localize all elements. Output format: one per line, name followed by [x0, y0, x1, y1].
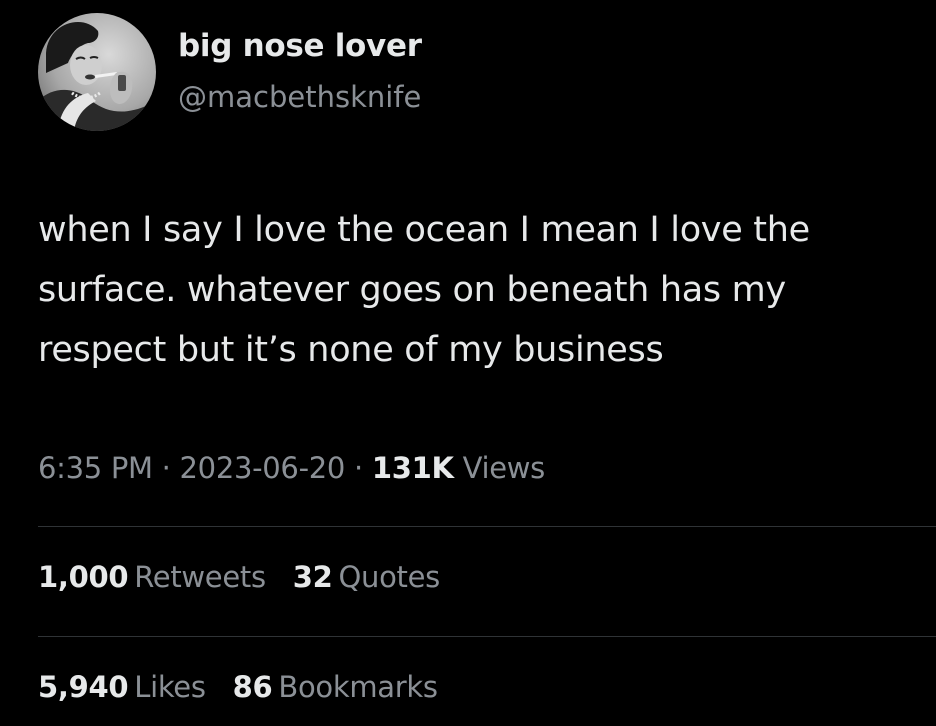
bookmarks-count: 86: [232, 670, 273, 704]
meta-separator: ·: [353, 451, 363, 485]
meta-separator: ·: [161, 451, 171, 485]
tweet-metadata: 6:35 PM · 2023-06-20 · 131K Views: [38, 451, 545, 485]
avatar-photo-icon: [38, 13, 156, 131]
divider: [38, 636, 936, 637]
engagement-row-2: 5,940 Likes 86 Bookmarks: [38, 670, 456, 704]
divider: [38, 526, 936, 527]
views-label: Views: [462, 451, 546, 485]
quotes-count: 32: [292, 560, 333, 594]
tweet-text-line: surface. whatever goes on beneath has my: [38, 270, 786, 310]
tweet-text-line: respect but it’s none of my business: [38, 330, 664, 370]
tweet-text: when I say I love the ocean I mean I lov…: [38, 200, 928, 380]
tweet-time[interactable]: 6:35 PM: [38, 451, 153, 485]
tweet-date[interactable]: 2023-06-20: [180, 451, 346, 485]
bookmarks-stat[interactable]: 86 Bookmarks: [233, 670, 438, 704]
tweet-text-line: when I say I love the ocean I mean I lov…: [38, 210, 810, 250]
likes-label: Likes: [134, 670, 206, 704]
engagement-row-1: 1,000 Retweets 32 Quotes: [38, 560, 458, 594]
tweet-card: big nose lover @macbethsknife when I say…: [0, 0, 936, 726]
quotes-label: Quotes: [338, 560, 440, 594]
retweets-label: Retweets: [134, 560, 266, 594]
display-name[interactable]: big nose lover: [178, 28, 422, 64]
bookmarks-label: Bookmarks: [278, 670, 438, 704]
views-count: 131K: [371, 451, 454, 485]
user-handle[interactable]: @macbethsknife: [178, 80, 421, 114]
quotes-stat[interactable]: 32 Quotes: [292, 560, 441, 594]
likes-count: 5,940: [38, 670, 129, 704]
retweets-count: 1,000: [38, 560, 129, 594]
retweets-stat[interactable]: 1,000 Retweets: [38, 560, 266, 594]
likes-stat[interactable]: 5,940 Likes: [38, 670, 206, 704]
avatar[interactable]: [38, 13, 156, 131]
